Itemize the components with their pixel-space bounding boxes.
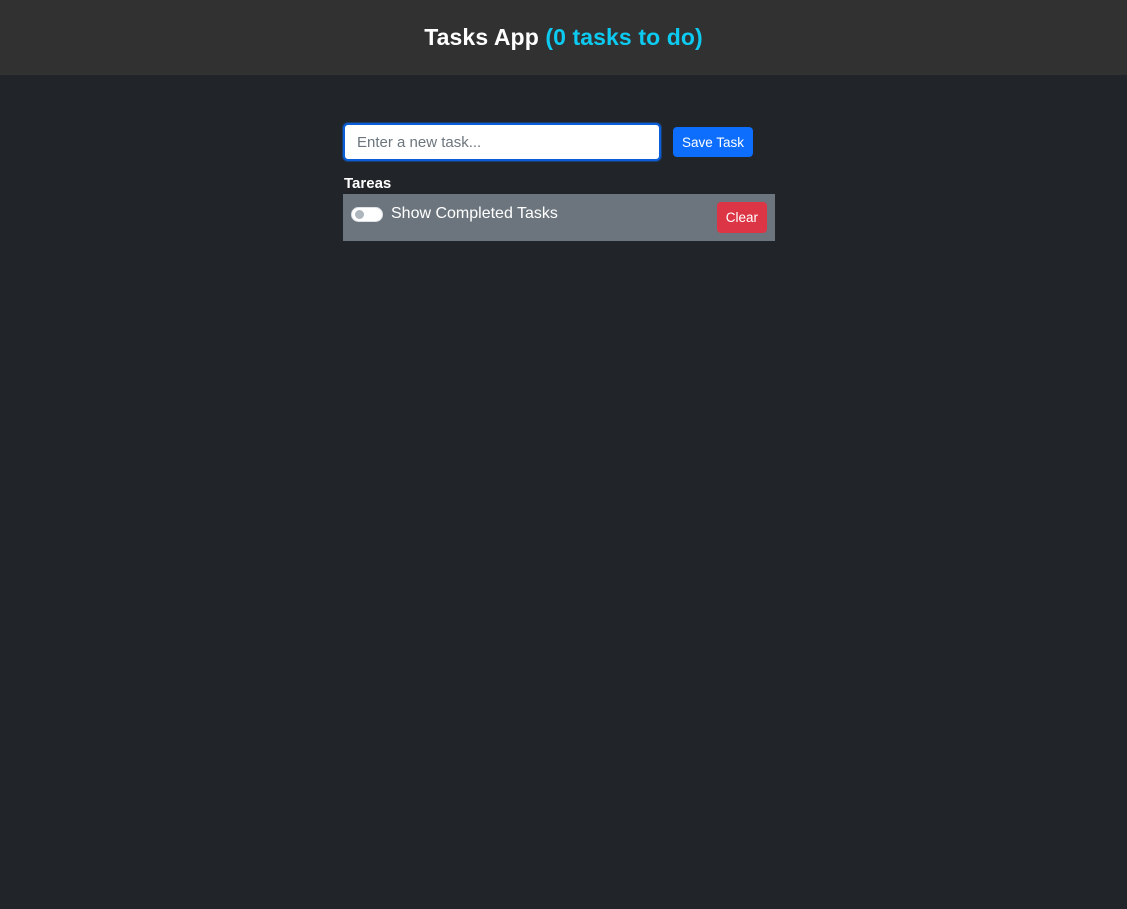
save-task-button[interactable]: Save Task bbox=[673, 127, 754, 157]
page-title: Tasks App (0 tasks to do) bbox=[424, 24, 703, 51]
toggle-knob bbox=[355, 209, 364, 219]
new-task-input[interactable] bbox=[343, 123, 661, 161]
show-completed-toggle-group: Show Completed Tasks bbox=[351, 194, 558, 234]
task-count: (0 tasks to do) bbox=[545, 24, 703, 50]
new-task-form: Save Task bbox=[343, 123, 775, 161]
show-completed-toggle[interactable] bbox=[351, 206, 383, 222]
show-completed-label[interactable]: Show Completed Tasks bbox=[391, 205, 558, 223]
main-content: Save Task Tareas Show Completed Tasks Cl… bbox=[343, 123, 775, 241]
tasks-toolbar: Show Completed Tasks Clear bbox=[343, 194, 775, 241]
app-title: Tasks App bbox=[424, 24, 539, 50]
app-header: Tasks App (0 tasks to do) bbox=[0, 0, 1127, 75]
tasks-section-title: Tareas bbox=[344, 175, 392, 192]
clear-button[interactable]: Clear bbox=[716, 202, 767, 233]
